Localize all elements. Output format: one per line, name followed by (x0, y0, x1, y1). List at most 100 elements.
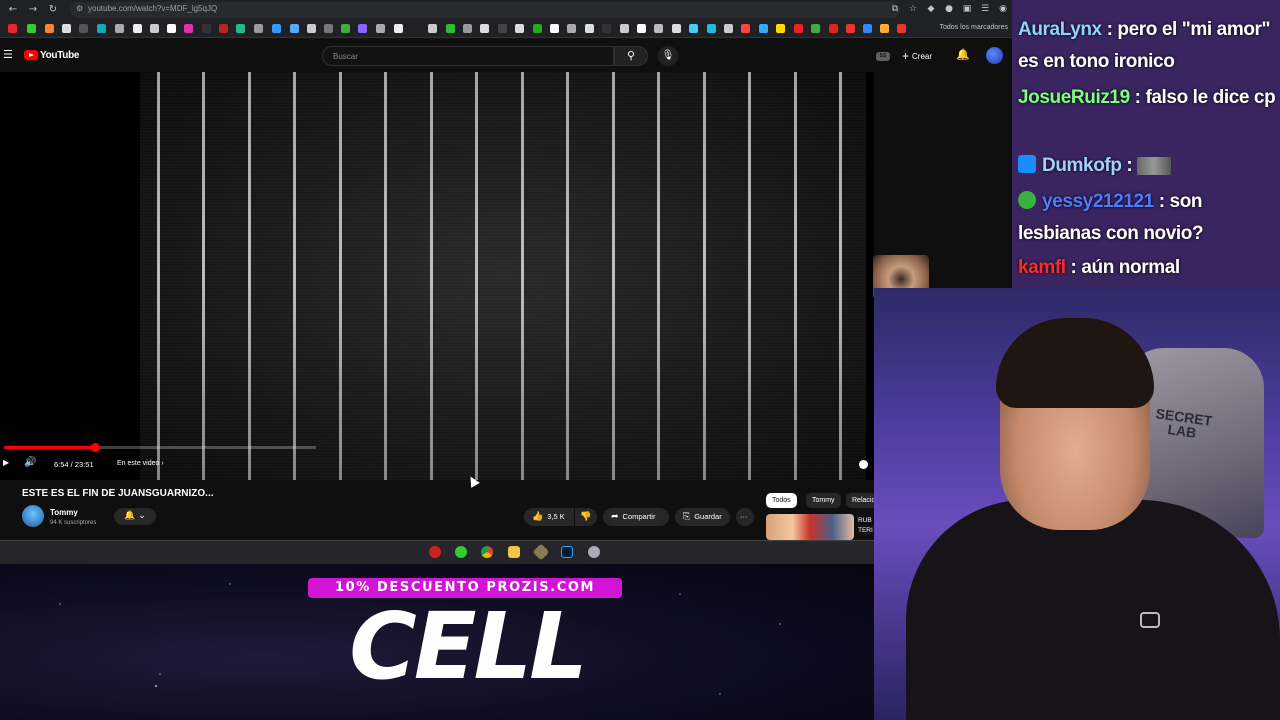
bookmark-icon[interactable] (515, 24, 524, 33)
bookmark-icon[interactable] (602, 24, 611, 33)
bookmark-icon[interactable] (480, 24, 489, 33)
bookmark-icon[interactable] (846, 24, 855, 33)
taskbar-app-icon[interactable] (455, 546, 467, 558)
bookmark-icon[interactable] (115, 24, 124, 33)
bookmark-icon[interactable] (654, 24, 663, 33)
bookmark-icon[interactable] (290, 24, 299, 33)
bookmark-icon[interactable] (150, 24, 159, 33)
like-button[interactable]: 👍 3,5 K (524, 508, 574, 526)
bookmark-icon[interactable] (880, 24, 889, 33)
search-input[interactable]: Buscar (322, 46, 614, 66)
volume-icon[interactable]: 🔊 (24, 457, 36, 468)
bookmark-icon[interactable] (463, 24, 472, 33)
bookmark-icon[interactable] (167, 24, 176, 33)
voice-search-mic-icon[interactable]: 🎙 (658, 46, 678, 66)
hamburger-menu-icon[interactable]: ☰ (3, 48, 13, 61)
recommended-video-thumbnail[interactable] (766, 514, 854, 540)
youtube-logo-text[interactable]: YouTube (40, 50, 80, 61)
extension-icon[interactable]: ● (944, 3, 954, 15)
search-button[interactable]: ⚲ (614, 46, 648, 66)
notifications-bell-icon[interactable]: 🔔 (956, 48, 970, 61)
taskbar-app-icon[interactable] (588, 546, 600, 558)
share-button[interactable]: ➦ Compartir (603, 508, 669, 526)
site-info-icon[interactable]: ⚙ (76, 4, 83, 13)
bookmark-icon[interactable] (863, 24, 872, 33)
bookmark-icon[interactable] (219, 24, 228, 33)
bookmark-icon[interactable] (498, 24, 507, 33)
bookmark-icon[interactable] (724, 24, 733, 33)
bookmark-icon[interactable] (794, 24, 803, 33)
video-frame[interactable] (140, 72, 866, 480)
extensions-puzzle-icon[interactable]: ▣ (962, 3, 972, 15)
create-button[interactable]: + Crear (902, 48, 932, 63)
account-avatar[interactable] (986, 47, 1003, 64)
menu-icon[interactable]: ☰ (980, 3, 990, 15)
bookmark-icon[interactable] (428, 24, 437, 33)
bookmark-icon[interactable] (79, 24, 88, 33)
bookmark-icon[interactable] (133, 24, 142, 33)
play-icon[interactable]: ▶ (3, 458, 9, 467)
bookmark-icon[interactable] (533, 24, 542, 33)
notification-bell-button[interactable]: 🔔 ⌄ (114, 508, 156, 525)
dislike-button[interactable]: 👎 (575, 508, 597, 526)
bookmark-icon[interactable] (411, 24, 420, 33)
reload-icon[interactable]: ↻ (46, 3, 60, 17)
bookmark-icon[interactable] (585, 24, 594, 33)
bookmark-icon[interactable] (236, 24, 245, 33)
bookmark-icon[interactable] (637, 24, 646, 33)
bookmark-icon[interactable] (672, 24, 681, 33)
bookmark-icon[interactable] (707, 24, 716, 33)
bookmark-icon[interactable] (689, 24, 698, 33)
bookmark-icon[interactable] (307, 24, 316, 33)
video-player[interactable] (0, 72, 874, 480)
bookmark-icon[interactable] (62, 24, 71, 33)
back-icon[interactable]: ← (6, 3, 20, 17)
bookmark-icon[interactable] (8, 24, 17, 33)
bookmark-icon[interactable] (184, 24, 193, 33)
progress-bar[interactable] (4, 443, 316, 452)
bookmark-icon[interactable] (394, 24, 403, 33)
taskbar-app-icon[interactable] (429, 546, 441, 558)
chrome-icon[interactable] (481, 546, 493, 558)
filter-chip-todos[interactable]: Todos (766, 493, 797, 508)
bookmark-icon[interactable] (202, 24, 211, 33)
bookmark-icon[interactable] (254, 24, 263, 33)
more-actions-button[interactable]: ··· (736, 508, 754, 526)
bookmark-icon[interactable] (45, 24, 54, 33)
bookmark-icon[interactable] (358, 24, 367, 33)
bookmark-icon[interactable] (376, 24, 385, 33)
extension-icon[interactable]: ◆ (926, 3, 936, 15)
forward-icon[interactable]: → (26, 3, 40, 17)
install-icon[interactable]: ⧉ (890, 3, 900, 15)
all-bookmarks-link[interactable]: Todos los marcadores (940, 24, 1008, 31)
bookmark-icon[interactable] (324, 24, 333, 33)
filter-chip-tommy[interactable]: Tommy (806, 493, 841, 508)
taskbar-app-icon[interactable] (532, 543, 550, 561)
bookmark-icon[interactable] (272, 24, 281, 33)
bookmark-icon[interactable] (759, 24, 768, 33)
cast-badge-icon[interactable]: SS (876, 52, 890, 61)
bookmark-icon[interactable] (567, 24, 576, 33)
photoshop-icon[interactable] (561, 546, 573, 558)
bookmark-icon[interactable] (741, 24, 750, 33)
bookmark-icon[interactable] (550, 24, 559, 33)
bookmark-icon[interactable] (811, 24, 820, 33)
bookmark-icon[interactable] (897, 24, 906, 33)
recommended-video-title[interactable]: RUB TERI (858, 516, 874, 536)
bookmark-icon[interactable] (341, 24, 350, 33)
folder-icon[interactable] (508, 546, 520, 558)
bookmark-icon[interactable] (27, 24, 36, 33)
profile-icon[interactable]: ◉ (998, 3, 1008, 15)
youtube-logo-icon[interactable] (24, 50, 38, 60)
bookmark-icon[interactable] (97, 24, 106, 33)
bookmark-star-icon[interactable]: ☆ (908, 3, 918, 15)
save-button[interactable]: ⎘ Guardar (675, 508, 730, 526)
bookmark-icon[interactable] (776, 24, 785, 33)
channel-avatar[interactable] (22, 505, 44, 527)
bookmark-icon[interactable] (620, 24, 629, 33)
chapters-button[interactable]: En este video › (112, 457, 169, 471)
bookmark-icon[interactable] (829, 24, 838, 33)
channel-name[interactable]: Tommy (50, 508, 78, 517)
bookmark-icon[interactable] (446, 24, 455, 33)
autoplay-toggle-icon[interactable] (859, 460, 868, 469)
